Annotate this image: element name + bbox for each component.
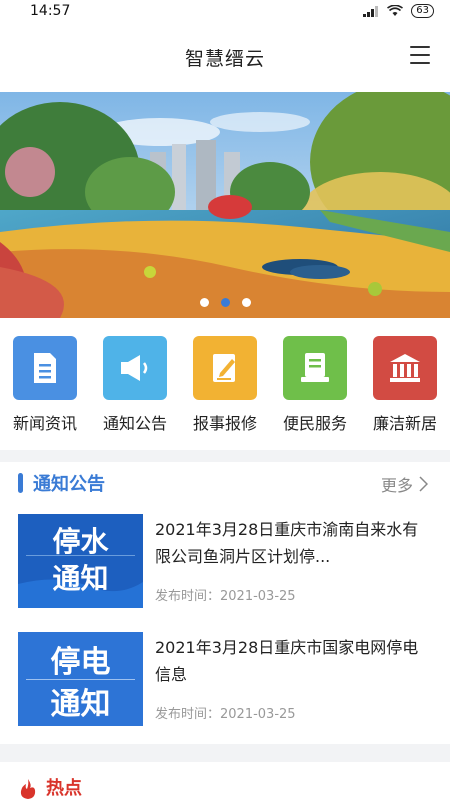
edit-note-icon	[193, 336, 257, 400]
app-header: 智慧缙云	[0, 22, 450, 92]
svg-text:通知: 通知	[51, 687, 111, 722]
news-item[interactable]: 停电 通知 2021年3月28日重庆市国家电网停电信息 发布时间：2021-03…	[18, 632, 432, 728]
banner-image	[0, 92, 450, 318]
svg-text:停电: 停电	[51, 645, 111, 680]
wifi-icon	[387, 5, 404, 16]
status-time: 14:57	[30, 3, 71, 19]
service-list-icon	[283, 336, 347, 400]
banner-carousel[interactable]	[0, 92, 450, 318]
svg-text:通知: 通知	[52, 562, 108, 595]
document-icon	[13, 336, 77, 400]
svg-text:停水: 停水	[52, 525, 109, 558]
megaphone-icon	[103, 336, 167, 400]
news-date: 发布时间：2021-03-25	[155, 589, 296, 604]
more-link[interactable]: 更多	[381, 472, 428, 496]
flame-icon	[20, 779, 36, 799]
news-title: 2021年3月28日重庆市渝南自来水有限公司鱼洞片区计划停...	[155, 520, 419, 566]
notice-section: 通知公告 更多 停水 通知 2021年3月28日重庆市渝南自来水有限公司鱼洞片区…	[0, 462, 450, 744]
page-title: 智慧缙云	[184, 47, 265, 70]
news-title: 2021年3月28日重庆市国家电网停电信息	[155, 638, 419, 684]
quick-item-label: 通知公告	[102, 414, 167, 433]
quick-item-report[interactable]: 报事报修	[182, 336, 268, 450]
quick-item-label: 报事报修	[192, 414, 257, 433]
power-notice-thumbnail: 停电 通知	[18, 632, 143, 726]
news-item[interactable]: 停水 通知 2021年3月28日重庆市渝南自来水有限公司鱼洞片区计划停... 发…	[18, 514, 432, 610]
carousel-dot[interactable]	[199, 298, 209, 307]
quick-item-notice[interactable]: 通知公告	[92, 336, 178, 450]
news-date: 发布时间：2021-03-25	[155, 707, 296, 722]
more-label: 更多	[380, 476, 413, 495]
quick-item-label: 新闻资讯	[12, 414, 77, 433]
quick-menu: 新闻资讯 通知公告 报事报修 便民服务 廉洁新居	[0, 318, 450, 450]
carousel-dots	[0, 298, 450, 307]
carousel-dot[interactable]	[241, 298, 251, 307]
bank-icon	[373, 336, 437, 400]
battery-indicator: 63	[411, 4, 434, 18]
quick-item-news[interactable]: 新闻资讯	[2, 336, 88, 450]
quick-item-label: 廉洁新居	[372, 414, 437, 433]
hot-section-title: 热点	[46, 778, 82, 799]
menu-icon[interactable]	[410, 46, 430, 64]
notice-section-header: 通知公告 更多	[0, 462, 450, 504]
hot-section-header: 热点	[0, 762, 450, 800]
quick-item-service[interactable]: 便民服务	[272, 336, 358, 450]
section-bar	[18, 473, 23, 493]
chevron-right-icon	[419, 476, 428, 492]
water-notice-thumbnail: 停水 通知	[18, 514, 143, 608]
quick-item-integrity[interactable]: 廉洁新居	[362, 336, 448, 450]
signal-icon	[363, 5, 379, 17]
carousel-dot-active[interactable]	[220, 298, 230, 307]
quick-item-label: 便民服务	[282, 414, 347, 433]
status-bar: 14:57 63	[0, 0, 450, 22]
notice-section-title: 通知公告	[33, 474, 105, 495]
